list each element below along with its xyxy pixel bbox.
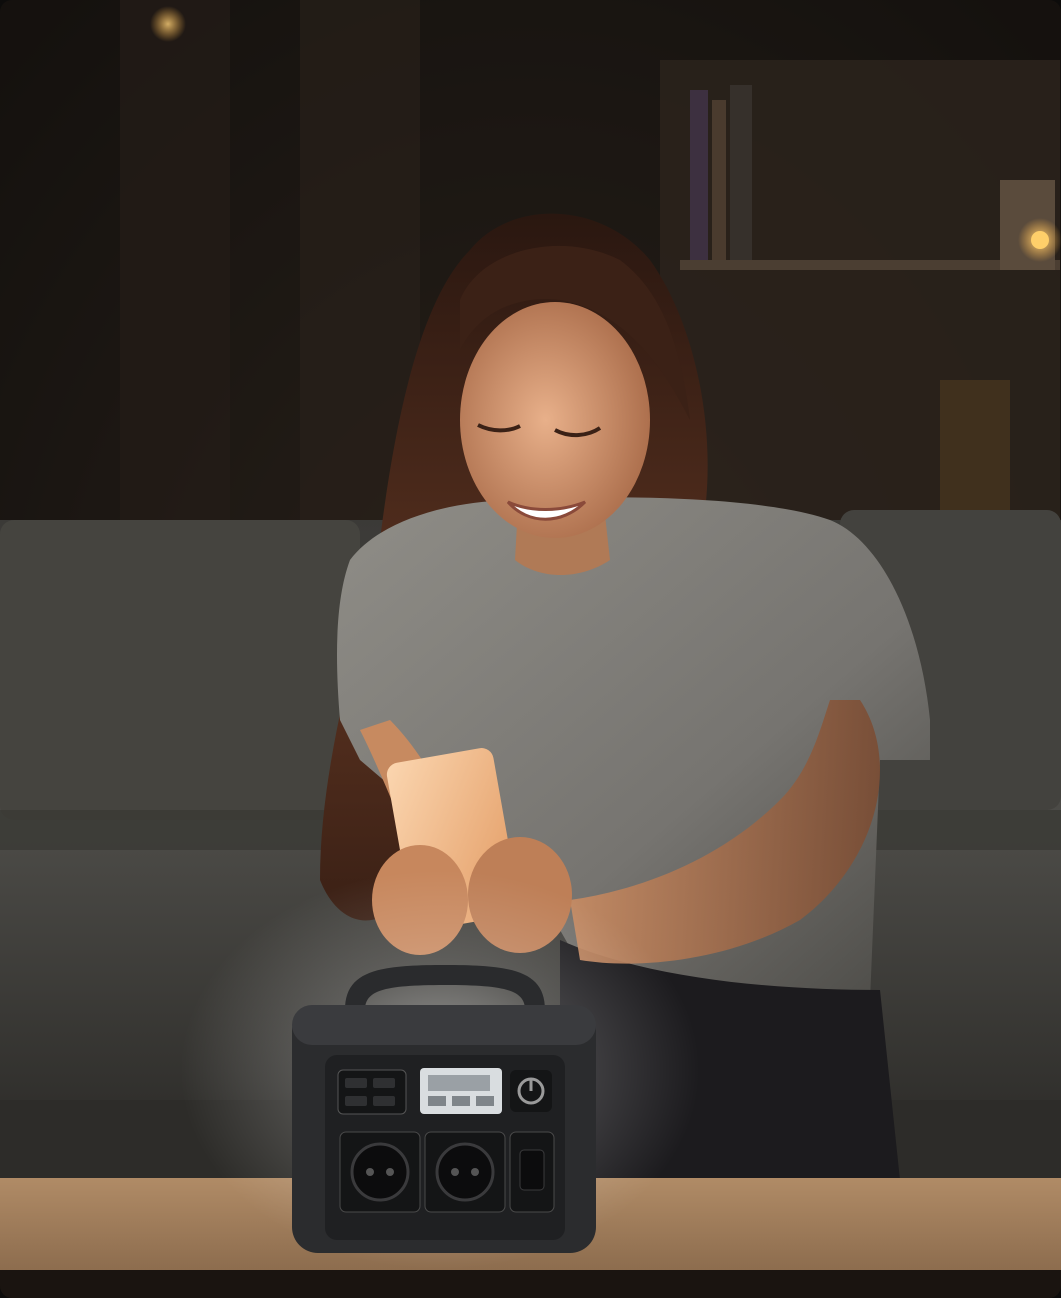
scene-svg: [0, 0, 1061, 1298]
lcd-battery-display-icon: [420, 1068, 502, 1114]
portable-power-station: [292, 965, 596, 1253]
usb-port-icon: [337, 1069, 407, 1115]
ac-outlet-icon: [339, 1131, 555, 1213]
bookshelf: [660, 60, 1060, 520]
photo-scene: [0, 0, 1061, 1298]
face: [460, 302, 650, 538]
device-top: [292, 1005, 596, 1045]
table-edge: [0, 1270, 1061, 1298]
lamp-bulb-right: [1031, 231, 1049, 249]
lamp-light-top: [150, 6, 186, 42]
curtain-left: [120, 0, 230, 530]
power-button-icon: [510, 1070, 552, 1112]
